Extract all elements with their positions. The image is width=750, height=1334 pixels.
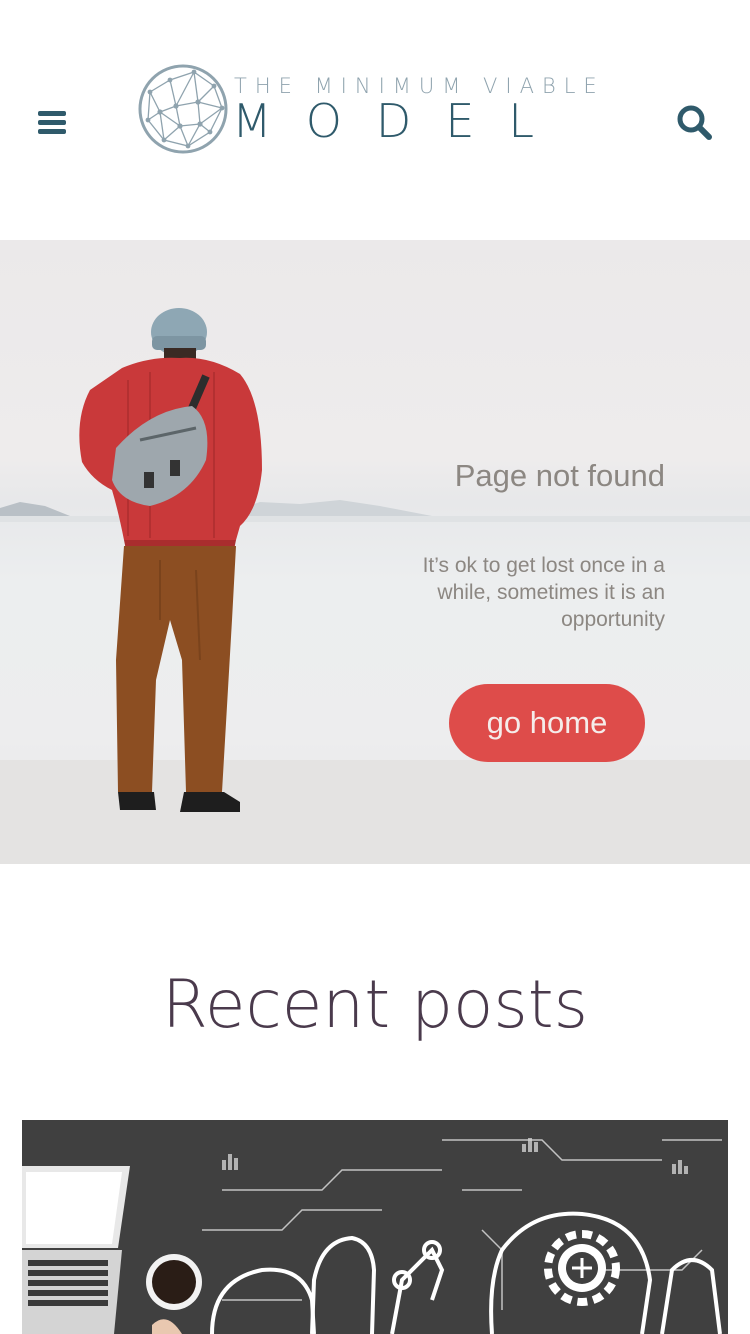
- post-thumbnail-ai-illustration: [22, 1120, 728, 1334]
- recent-post-card[interactable]: [22, 1120, 728, 1334]
- not-found-hero: Page not found It’s ok to get lost once …: [0, 240, 750, 864]
- logo-wordmark: MODEL: [232, 94, 569, 148]
- site-logo[interactable]: THE MINIMUM VIABLE MODEL: [136, 62, 597, 158]
- go-home-button[interactable]: go home: [449, 684, 645, 762]
- page-title: Page not found: [454, 458, 665, 493]
- search-button[interactable]: [674, 102, 716, 144]
- recent-posts-heading: Recent posts: [161, 966, 588, 1043]
- site-header: THE MINIMUM VIABLE MODEL: [0, 0, 750, 240]
- network-globe-icon: [138, 64, 228, 154]
- search-icon: [677, 105, 712, 140]
- hero-message: It’s ok to get lost once in a while, som…: [422, 554, 665, 631]
- menu-button[interactable]: [34, 104, 72, 142]
- hamburger-menu-icon: [38, 111, 66, 116]
